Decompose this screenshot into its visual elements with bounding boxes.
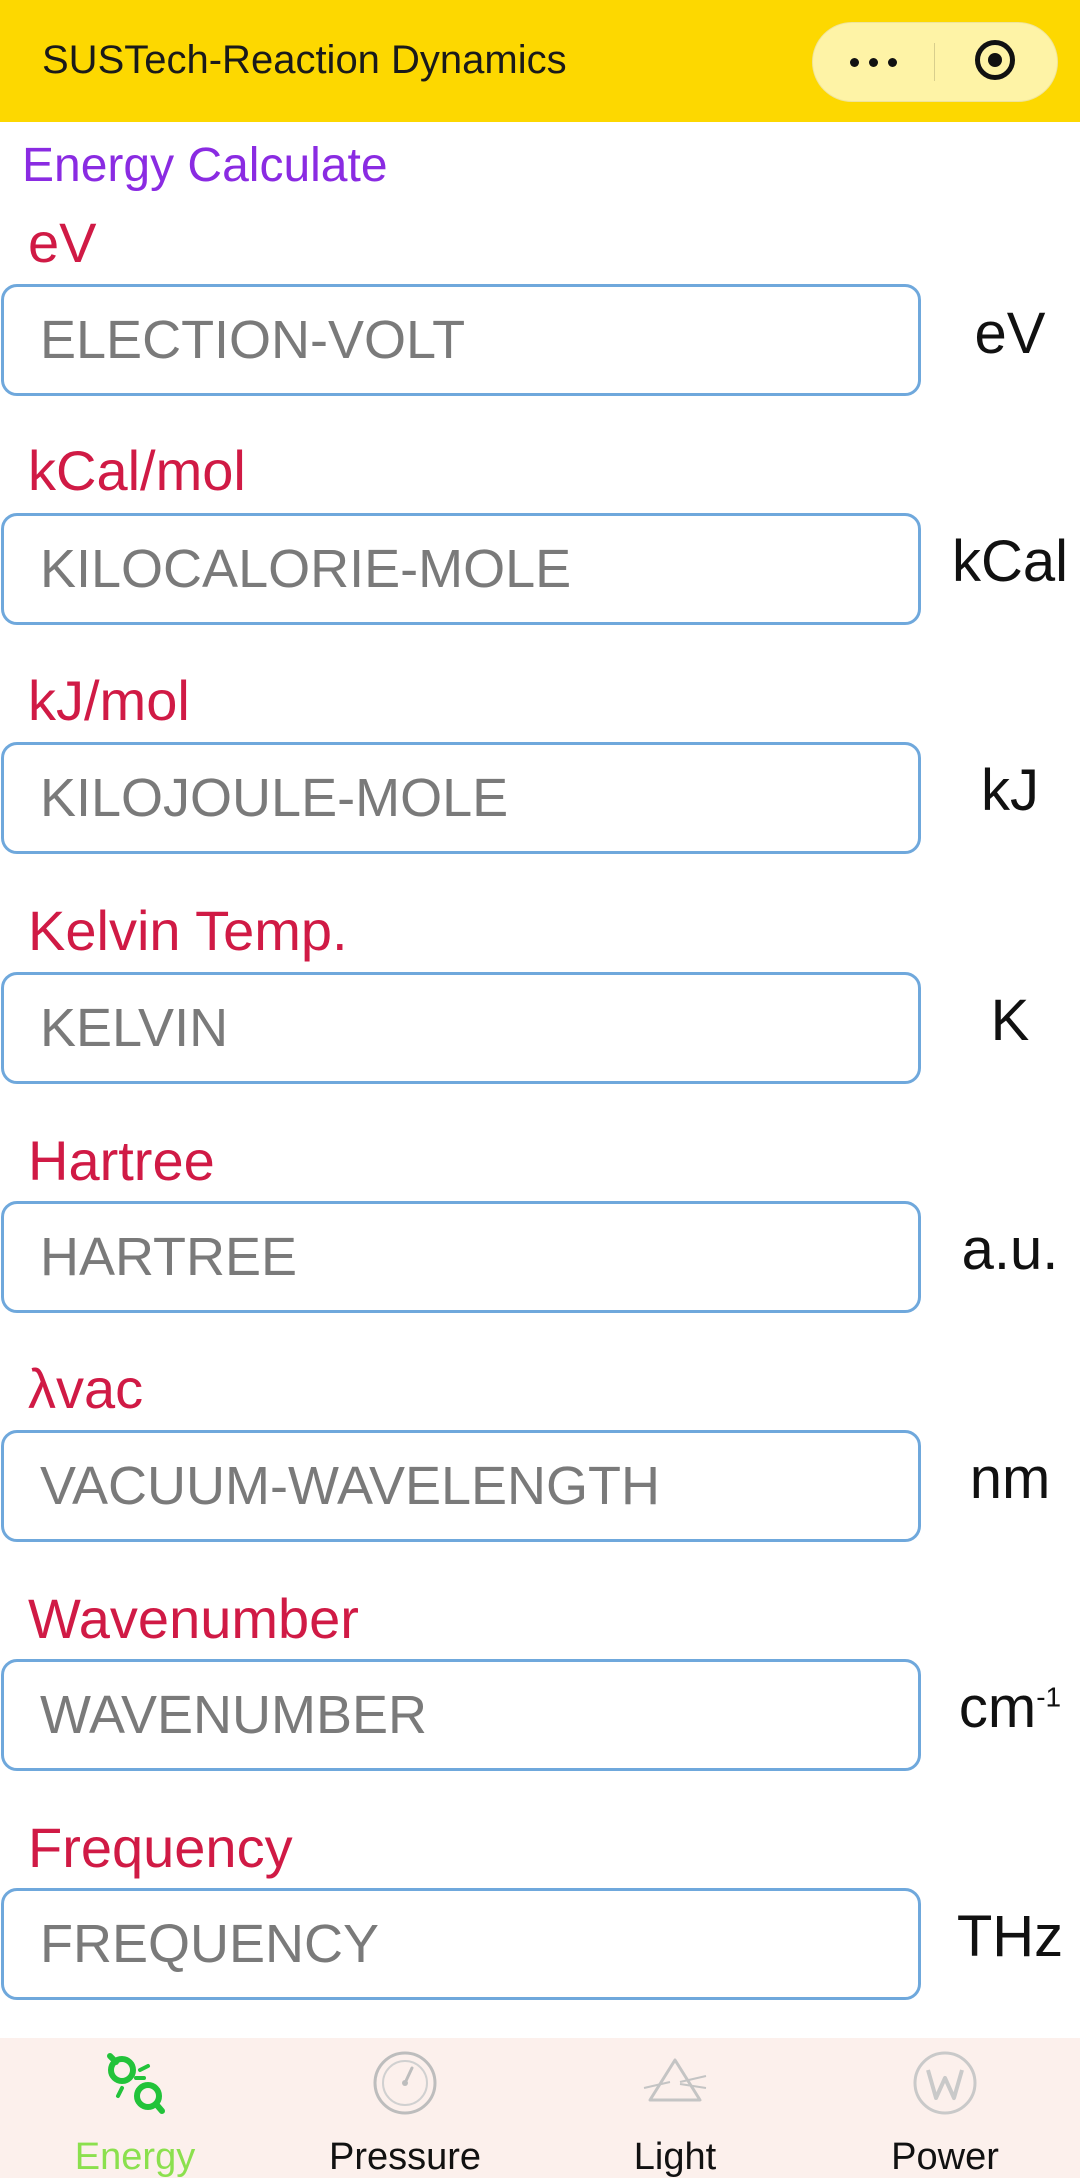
ev-input[interactable] <box>1 284 921 396</box>
watt-icon <box>913 2051 977 2115</box>
tab-label-energy: Energy <box>74 2136 196 2178</box>
field-label-kj: kJ/mol <box>28 669 190 732</box>
kcal-input[interactable] <box>1 513 921 625</box>
target-icon[interactable] <box>975 40 1015 80</box>
wavelength-input[interactable] <box>1 1430 921 1542</box>
hartree-input[interactable] <box>1 1201 921 1313</box>
field-label-kelvin: Kelvin Temp. <box>28 899 348 962</box>
page-title: Energy Calculate <box>22 139 388 192</box>
tab-label-power: Power <box>891 2136 999 2178</box>
kj-input[interactable] <box>1 742 921 854</box>
field-label-wavelength: λvac <box>28 1357 144 1420</box>
tab-label-pressure: Pressure <box>328 2136 482 2178</box>
tab-energy[interactable]: Energy <box>0 2038 270 2178</box>
unit-superscript: -1 <box>1036 1681 1062 1713</box>
frequency-input[interactable] <box>1 1888 921 2000</box>
tab-light[interactable]: Light <box>540 2038 810 2178</box>
field-label-ev: eV <box>28 211 97 274</box>
field-label-wavenumber: Wavenumber <box>28 1587 359 1650</box>
capsule-divider <box>934 43 935 81</box>
prism-icon <box>643 2058 707 2102</box>
tab-pressure[interactable]: Pressure <box>270 2038 540 2178</box>
wavenumber-input[interactable] <box>1 1659 921 1771</box>
unit-frequency: THz <box>956 1904 1064 1969</box>
unit-wavelength: nm <box>969 1446 1051 1511</box>
mini-program-capsule <box>812 22 1058 102</box>
nav-header: SUSTech-Reaction Dynamics <box>0 0 1080 122</box>
field-label-kcal: kCal/mol <box>28 439 246 502</box>
field-label-frequency: Frequency <box>28 1816 293 1879</box>
app-title: SUSTech-Reaction Dynamics <box>42 38 567 82</box>
energy-icon <box>107 2053 165 2114</box>
tab-label-light: Light <box>633 2136 717 2178</box>
more-dots-icon[interactable] <box>813 23 935 101</box>
pressure-gauge-icon <box>373 2051 437 2115</box>
unit-wavenumber: cm-1 <box>958 1675 1062 1740</box>
tab-bar: Energy Pressure Light Power <box>0 2038 1080 2178</box>
unit-kelvin: K <box>990 988 1030 1053</box>
tab-power[interactable]: Power <box>810 2038 1080 2178</box>
unit-hartree: a.u. <box>961 1217 1059 1282</box>
field-label-hartree: Hartree <box>28 1129 215 1192</box>
unit-ev: eV <box>974 301 1046 366</box>
kelvin-input[interactable] <box>1 972 921 1084</box>
unit-kcal: kCal <box>951 529 1069 594</box>
unit-kj: kJ <box>981 758 1039 823</box>
